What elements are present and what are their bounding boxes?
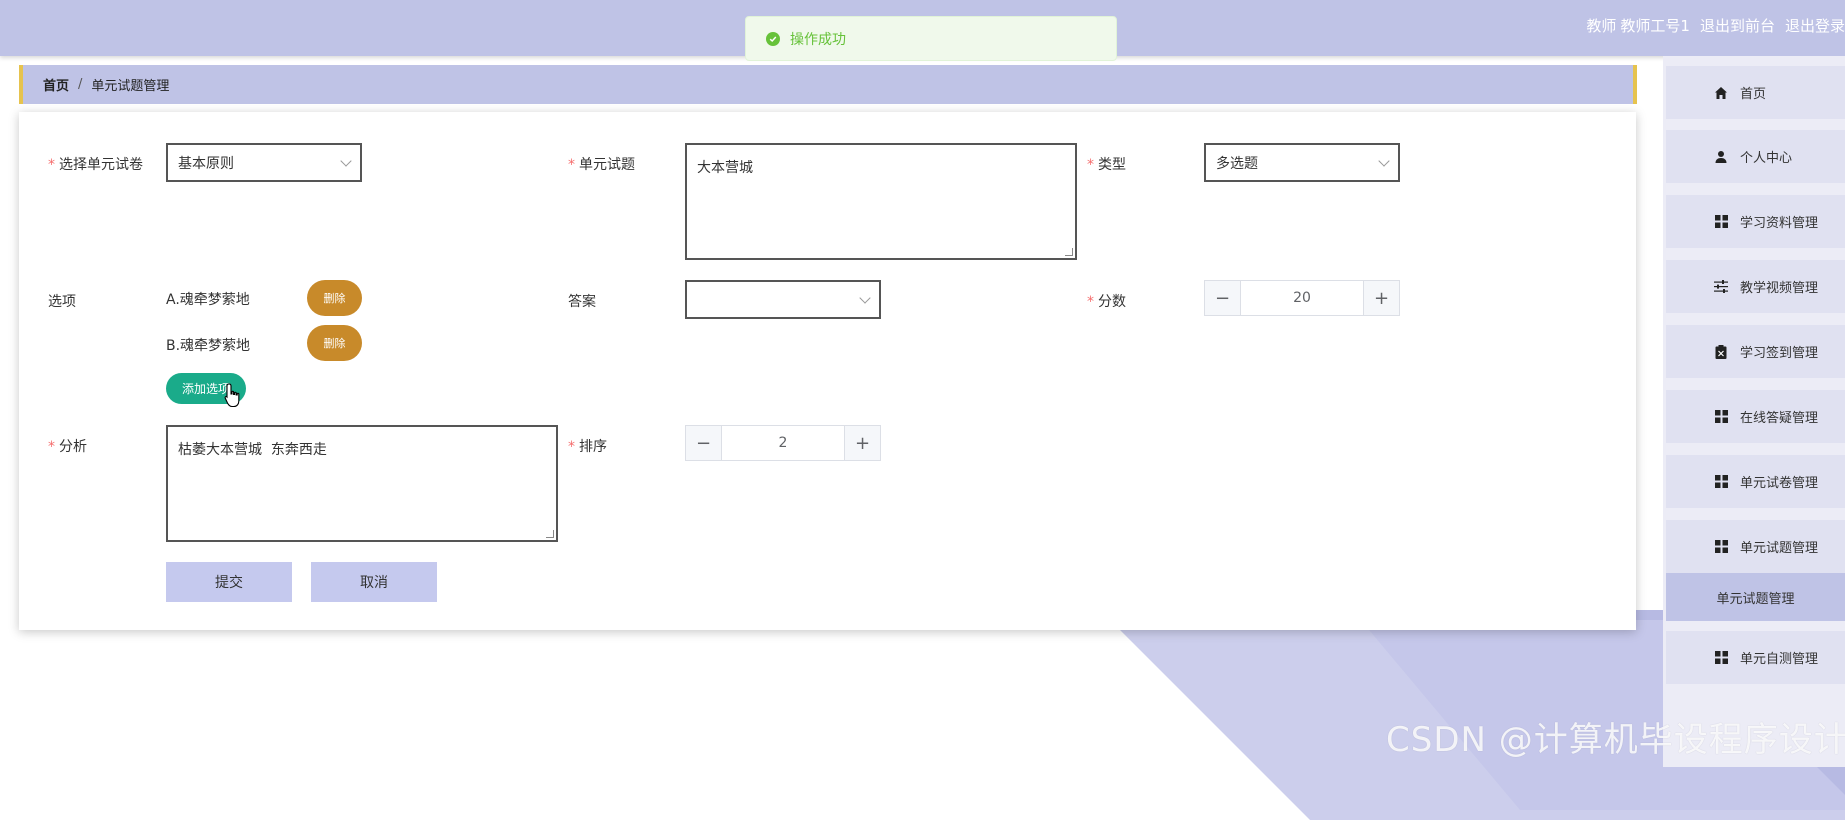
delete-option-a-button[interactable]: 删除	[307, 280, 362, 316]
grid-icon	[1712, 410, 1730, 423]
paper-label: * 选择单元试卷	[48, 157, 143, 173]
cancel-button[interactable]: 取消	[311, 562, 437, 602]
options-label: 选项	[48, 294, 76, 310]
hand-cursor-icon	[224, 383, 242, 413]
required-mark: *	[48, 439, 55, 455]
watermark: CSDN @计算机毕设程序设计	[1386, 720, 1845, 760]
user-name: 教师工号1	[1620, 17, 1690, 35]
chevron-down-icon	[340, 155, 352, 167]
required-mark: *	[1087, 157, 1094, 173]
user-role: 教师	[1586, 17, 1617, 35]
required-mark: *	[48, 157, 55, 173]
sidebar-item-profile[interactable]: 个人中心	[1666, 130, 1845, 183]
option-item-a: A.魂牵梦萦地	[166, 292, 250, 308]
score-increment-button[interactable]: +	[1363, 281, 1399, 315]
sidebar-item-home[interactable]: 首页	[1666, 66, 1845, 119]
sidebar-item-study-materials[interactable]: 学习资料管理	[1666, 195, 1845, 248]
required-mark: *	[568, 439, 575, 455]
form-card: * 选择单元试卷 基本原则 * 单元试题 大本营城 * 类型 多选题 选项 A.魂牵梦…	[19, 112, 1636, 630]
breadcrumb-separator: /	[78, 77, 83, 92]
success-toast: 操作成功	[745, 16, 1117, 61]
score-label: * 分数	[1087, 294, 1126, 310]
resize-handle[interactable]	[546, 530, 554, 538]
sidebar-item-teaching-videos[interactable]: 教学视频管理	[1666, 260, 1845, 313]
question-text: 大本营城	[697, 160, 753, 176]
submit-button[interactable]: 提交	[166, 562, 292, 602]
type-select[interactable]: 多选题	[1204, 143, 1400, 182]
logout-link[interactable]: 退出登录	[1785, 15, 1845, 36]
answer-label: 答案	[568, 294, 596, 310]
question-textarea[interactable]: 大本营城	[685, 143, 1077, 260]
exit-to-front-link[interactable]: 退出到前台	[1700, 15, 1775, 36]
analysis-text: 枯萎大本营城 东奔西走	[178, 442, 327, 458]
sort-label: * 排序	[568, 439, 607, 455]
sidebar-item-label: 单元试卷管理	[1740, 476, 1819, 491]
sidebar-item-check-in[interactable]: 学习签到管理	[1666, 325, 1845, 378]
resize-handle[interactable]	[1065, 248, 1073, 256]
delete-option-b-button[interactable]: 删除	[307, 325, 362, 361]
sidebar-item-label: 单元试题管理	[1716, 591, 1795, 607]
question-label: * 单元试题	[568, 157, 635, 173]
required-mark: *	[568, 157, 575, 173]
chevron-down-icon	[859, 292, 871, 304]
sidebar-item-label: 个人中心	[1740, 151, 1793, 166]
breadcrumb-home[interactable]: 首页	[43, 75, 69, 94]
sidebar-item-label: 学习资料管理	[1740, 216, 1819, 231]
analysis-textarea[interactable]: 枯萎大本营城 东奔西走	[166, 425, 558, 542]
sort-decrement-button[interactable]: −	[686, 426, 722, 460]
clipboard-icon	[1712, 344, 1730, 359]
chevron-down-icon	[1378, 155, 1390, 167]
check-circle-icon	[766, 31, 780, 46]
score-stepper[interactable]: − 20 +	[1204, 280, 1400, 316]
grid-icon	[1712, 475, 1730, 488]
sort-value[interactable]: 2	[722, 426, 844, 460]
sort-increment-button[interactable]: +	[844, 426, 880, 460]
breadcrumb-current: 单元试题管理	[91, 79, 170, 94]
grid-icon	[1712, 540, 1730, 553]
sidebar-item-unit-papers[interactable]: 单元试卷管理	[1666, 455, 1845, 508]
sidebar-item-label: 教学视频管理	[1740, 281, 1819, 296]
breadcrumb: 首页 / 单元试题管理	[19, 65, 1637, 104]
sidebar-item-online-qa[interactable]: 在线答疑管理	[1666, 390, 1845, 443]
answer-select[interactable]	[685, 280, 881, 319]
sidebar-menu: 首页 个人中心 学习资料管理 教学视频管理 学习签到管理 在线答疑管理 单元试卷…	[1663, 56, 1845, 767]
grid-icon	[1712, 651, 1730, 664]
sort-stepper[interactable]: − 2 +	[685, 425, 881, 461]
sidebar-item-label: 在线答疑管理	[1740, 411, 1819, 426]
score-value[interactable]: 20	[1241, 281, 1363, 315]
user-icon	[1712, 150, 1730, 164]
sidebar-item-unit-questions[interactable]: 单元试题管理	[1666, 520, 1845, 573]
toast-message: 操作成功	[790, 31, 846, 48]
paper-select-value: 基本原则	[178, 155, 234, 172]
sidebar-subitem-unit-questions[interactable]: 单元试题管理	[1666, 573, 1845, 621]
type-select-value: 多选题	[1216, 155, 1258, 172]
sidebar-item-label: 首页	[1740, 87, 1767, 102]
sidebar-item-label: 学习签到管理	[1740, 346, 1819, 361]
sidebar-item-label: 单元自测管理	[1740, 652, 1819, 667]
paper-select[interactable]: 基本原则	[166, 143, 362, 182]
sidebar-item-unit-self-test[interactable]: 单元自测管理	[1666, 631, 1845, 684]
sidebar-item-label: 单元试题管理	[1740, 541, 1819, 556]
sliders-icon	[1712, 280, 1730, 293]
option-item-b: B.魂牵梦萦地	[166, 338, 251, 354]
home-icon	[1712, 86, 1730, 100]
analysis-label: * 分析	[48, 439, 87, 455]
grid-icon	[1712, 215, 1730, 228]
score-decrement-button[interactable]: −	[1205, 281, 1241, 315]
required-mark: *	[1087, 294, 1094, 310]
user-links: 教师 教师工号1 退出到前台 退出登录	[1586, 15, 1845, 36]
type-label: * 类型	[1087, 157, 1126, 173]
